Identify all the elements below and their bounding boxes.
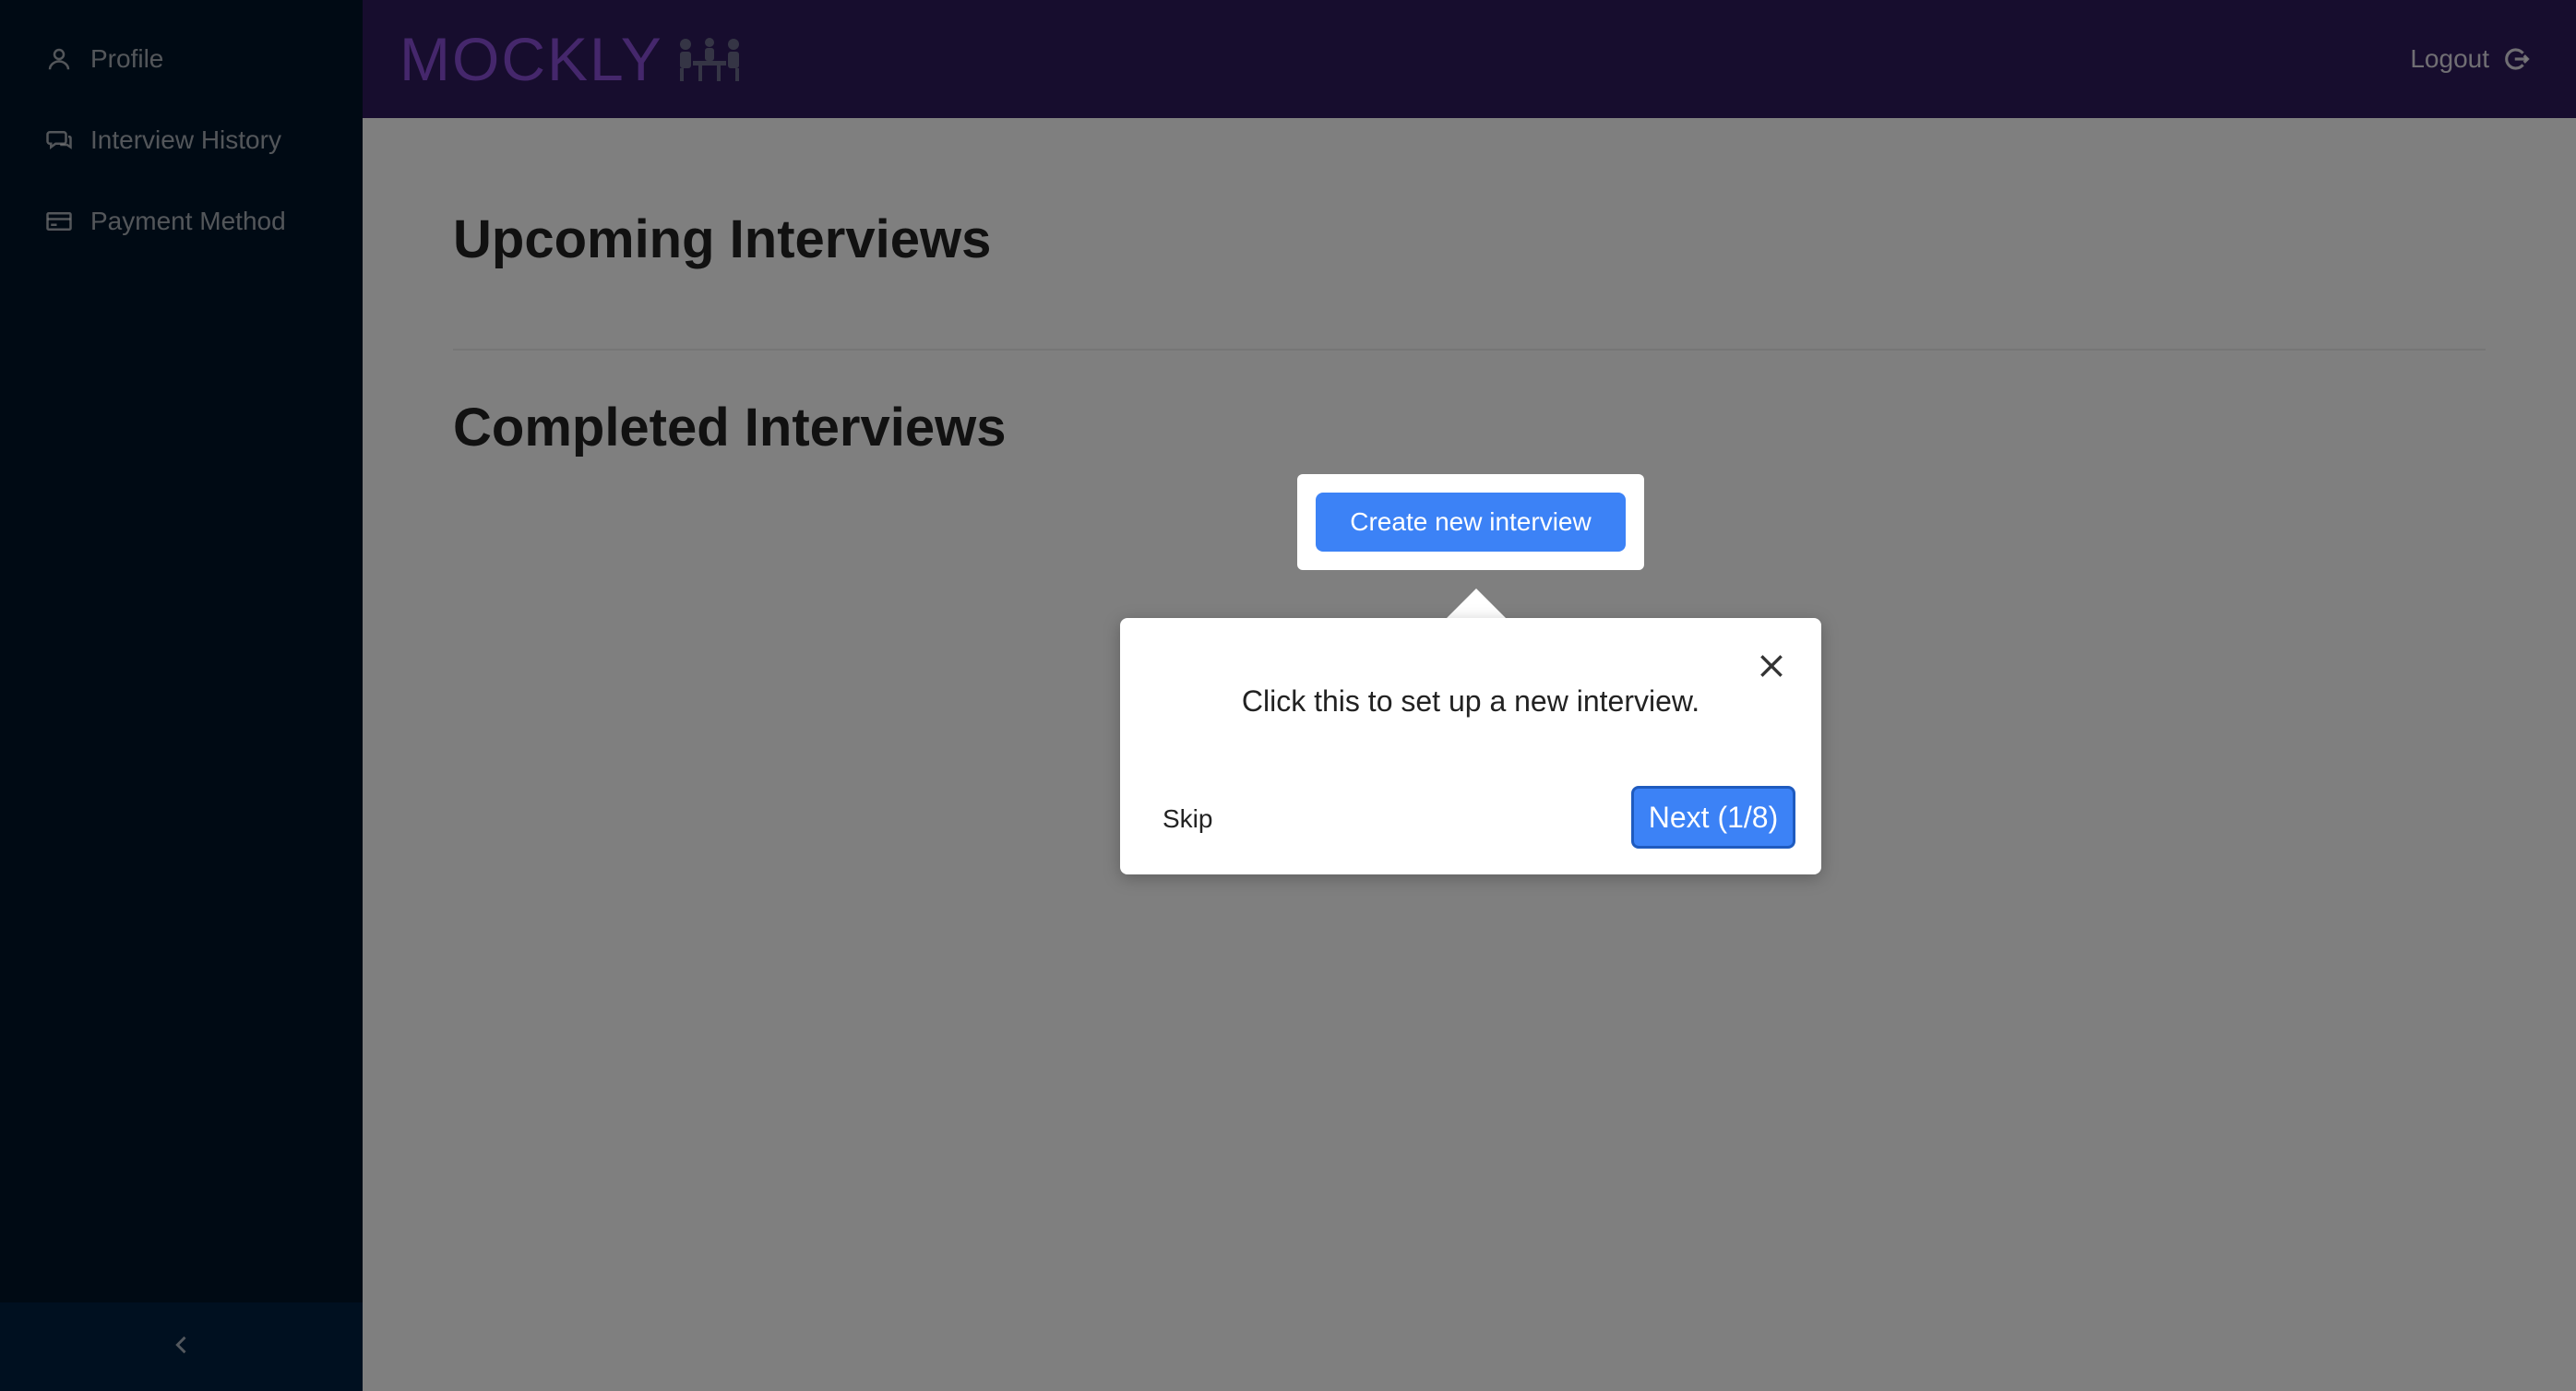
next-button[interactable]: Next (1/8)	[1631, 786, 1795, 849]
tour-popover: Click this to set up a new interview. Sk…	[1120, 618, 1821, 874]
close-icon[interactable]	[1755, 649, 1788, 683]
create-new-interview-button[interactable]: Create new interview	[1316, 493, 1626, 552]
skip-button[interactable]: Skip	[1163, 804, 1212, 834]
popover-arrow	[1447, 588, 1506, 618]
tour-message: Click this to set up a new interview.	[1241, 684, 1700, 718]
tour-highlight: Create new interview	[1297, 474, 1644, 570]
